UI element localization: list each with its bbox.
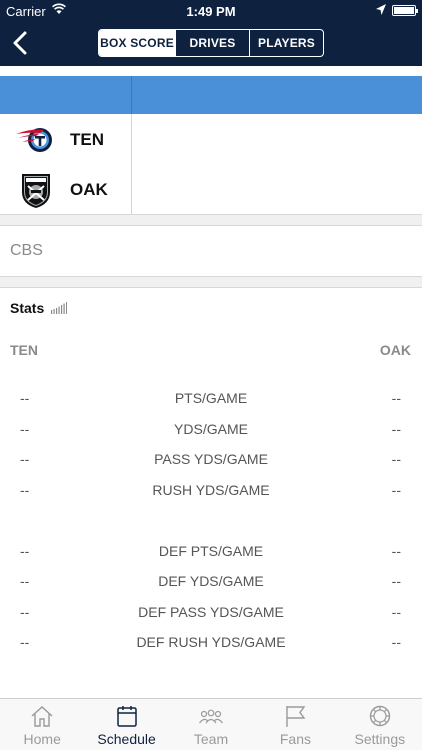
column-divider (131, 114, 132, 214)
team-row-ten[interactable]: TEN (14, 120, 124, 160)
calendar-icon (116, 706, 137, 727)
stats-away-column-label: OAK (379, 342, 411, 358)
stat-row: -- DEF RUSH YDS/GAME -- (0, 634, 422, 654)
tab-home[interactable]: Home (0, 699, 84, 750)
group-icon (199, 709, 223, 724)
tab-fans[interactable]: Fans (253, 699, 337, 750)
navigation-bar: Carrier 1:49 PM BOX SCORE DRIVES PLAYERS (0, 0, 422, 66)
location-arrow-icon (376, 4, 386, 15)
stats-heading: Stats (10, 300, 45, 316)
tab-players[interactable]: PLAYERS (249, 30, 323, 56)
tab-bar: Home Schedule Team Fans Settings (0, 698, 422, 750)
tab-label: Home (23, 731, 61, 747)
battery-icon (392, 5, 418, 16)
away-stat-value: -- (391, 482, 401, 498)
away-stat-value: -- (391, 390, 401, 406)
tab-label: Fans (279, 731, 311, 747)
stat-row: -- DEF PASS YDS/GAME -- (0, 604, 422, 624)
stat-label: RUSH YDS/GAME (152, 482, 270, 498)
status-bar: Carrier 1:49 PM (0, 0, 422, 22)
stat-row: -- DEF YDS/GAME -- (0, 573, 422, 593)
team-abbr: OAK (70, 180, 108, 199)
raiders-logo-icon (22, 174, 50, 208)
team-abbr: TEN (70, 130, 104, 149)
stats-home-column-label: TEN (10, 342, 38, 358)
away-stat-value: -- (391, 604, 401, 620)
stat-row: -- RUSH YDS/GAME -- (0, 482, 422, 502)
segmented-control: BOX SCORE DRIVES PLAYERS (98, 29, 324, 57)
clock: 1:49 PM (186, 4, 236, 19)
tab-drives[interactable]: DRIVES (175, 30, 249, 56)
section-separator (0, 276, 422, 288)
stat-label: DEF YDS/GAME (158, 573, 264, 589)
stat-label: PTS/GAME (174, 390, 248, 406)
column-divider (131, 76, 132, 114)
stat-label: DEF RUSH YDS/GAME (136, 634, 286, 650)
flag-icon (286, 706, 306, 727)
away-stat-value: -- (391, 634, 401, 650)
network-label: CBS (10, 242, 43, 259)
stat-row: -- YDS/GAME -- (0, 421, 422, 441)
tab-label: Team (193, 731, 229, 747)
tab-box-score[interactable]: BOX SCORE (99, 30, 175, 56)
away-stat-value: -- (391, 421, 401, 437)
stat-row: -- PASS YDS/GAME -- (0, 451, 422, 471)
tab-team[interactable]: Team (169, 699, 253, 750)
tab-label: Schedule (97, 731, 156, 747)
tab-schedule[interactable]: Schedule (84, 699, 168, 750)
gear-icon (369, 705, 391, 727)
score-table-teams: TEN OAK (0, 114, 422, 214)
score-table-header (0, 76, 422, 114)
section-separator (0, 214, 422, 226)
stat-label: DEF PTS/GAME (158, 543, 264, 559)
stat-row: -- PTS/GAME -- (0, 390, 422, 410)
tab-settings[interactable]: Settings (338, 699, 422, 750)
home-icon (31, 706, 53, 727)
team-row-oak[interactable]: OAK (14, 170, 124, 210)
titans-logo-icon (16, 128, 52, 152)
away-stat-value: -- (391, 543, 401, 559)
back-chevron-icon[interactable] (10, 30, 30, 56)
stat-label: PASS YDS/GAME (154, 451, 268, 467)
stat-row: -- DEF PTS/GAME -- (0, 543, 422, 563)
bar-chart-icon (51, 302, 67, 314)
tab-label: Settings (354, 731, 406, 747)
broadcast-network: CBS (0, 226, 422, 276)
stat-label: DEF PASS YDS/GAME (138, 604, 284, 620)
stat-label: YDS/GAME (174, 421, 248, 437)
away-stat-value: -- (391, 573, 401, 589)
away-stat-value: -- (391, 451, 401, 467)
